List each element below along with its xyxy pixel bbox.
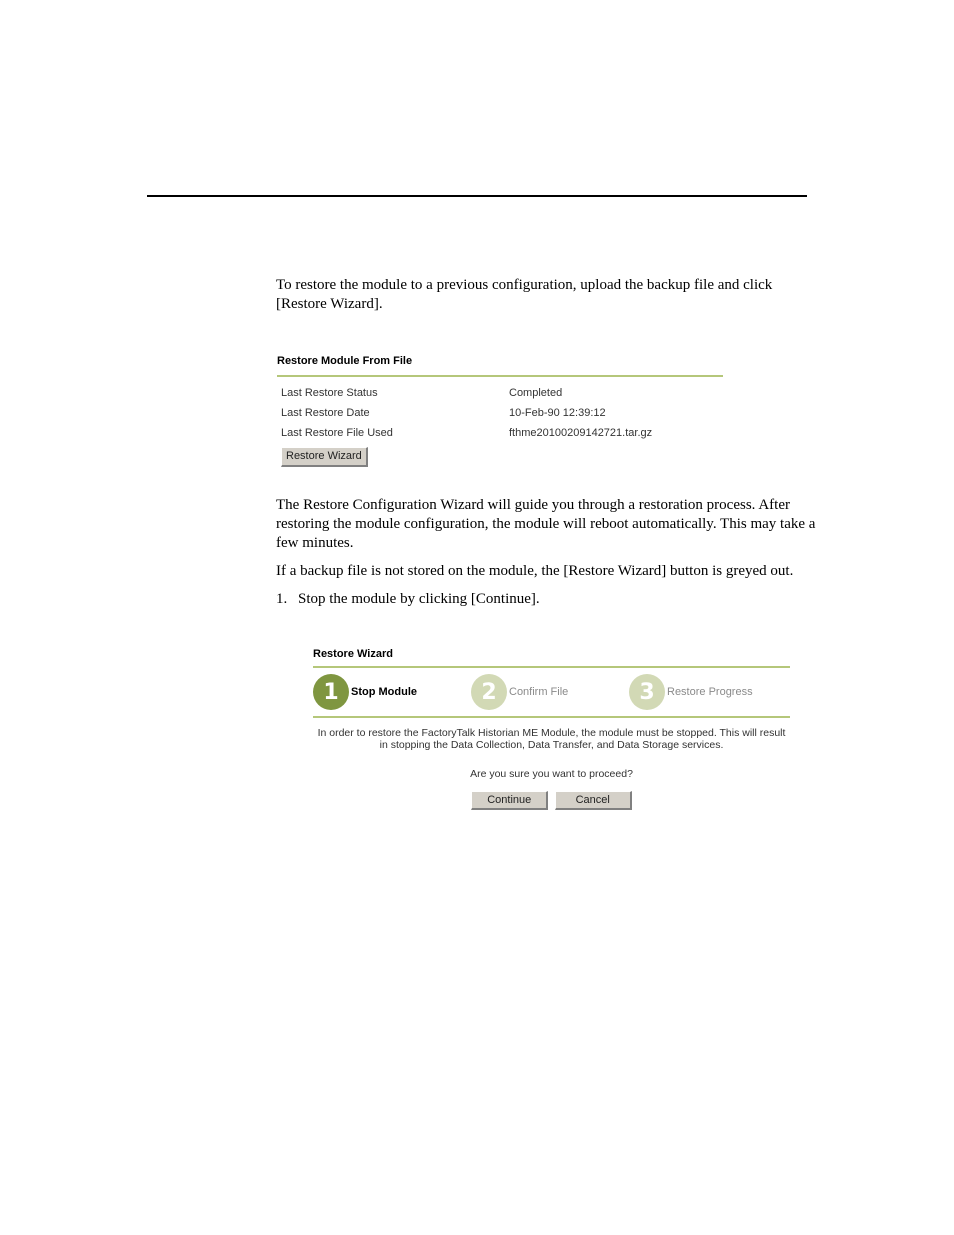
step-restore-progress: 3 Restore Progress [629, 674, 787, 710]
step-number: 1. [276, 591, 288, 607]
row-value: Completed [509, 387, 563, 399]
row-value: 10-Feb-90 12:39:12 [509, 407, 606, 419]
restore-wizard-panel: Restore Wizard 1 Stop Module 2 Confirm F… [313, 648, 790, 810]
greyed-out-note: If a backup file is not stored on the mo… [276, 563, 794, 579]
step-text: Stop the module by clicking [Continue]. [298, 591, 540, 607]
confirm-question: Are you sure you want to proceed? [470, 768, 633, 780]
step-instruction: 1. Stop the module by clicking [Continue]… [276, 590, 816, 609]
step-confirm-file: 2 Confirm File [471, 674, 629, 710]
step-label: Stop Module [351, 686, 417, 698]
restore-wizard-button[interactable]: Restore Wizard [281, 447, 368, 467]
step-1-circle-icon: 1 [313, 674, 349, 710]
wizard-steps: 1 Stop Module 2 Confirm File 3 Restore P… [313, 668, 790, 716]
wizard-bottom-divider [313, 716, 790, 718]
row-label: Last Restore Date [281, 407, 370, 419]
panel-title: Restore Module From File [277, 355, 413, 367]
wizard-buttons: Continue Cancel [313, 790, 790, 810]
cancel-button[interactable]: Cancel [554, 791, 632, 810]
info-row: Last Restore File Used fthme201002091427… [281, 423, 723, 443]
step-stop-module: 1 Stop Module [313, 674, 471, 710]
row-label: Last Restore File Used [281, 427, 393, 439]
wizard-message: In order to restore the FactoryTalk Hist… [317, 727, 786, 751]
step-2-circle-icon: 2 [471, 674, 507, 710]
info-row: Last Restore Status Completed [281, 383, 723, 403]
step-label: Confirm File [509, 686, 569, 698]
row-label: Last Restore Status [281, 387, 378, 399]
continue-button[interactable]: Continue [471, 791, 549, 810]
restore-module-panel: Restore Module From File Last Restore St… [277, 355, 723, 467]
wizard-description: The Restore Configuration Wizard will gu… [276, 497, 816, 551]
row-value: fthme20100209142721.tar.gz [509, 427, 653, 439]
info-row: Last Restore Date 10-Feb-90 12:39:12 [281, 403, 723, 423]
intro-paragraph: To restore the module to a previous conf… [276, 277, 773, 312]
step-3-circle-icon: 3 [629, 674, 665, 710]
wizard-title: Restore Wizard [313, 648, 393, 660]
step-label: Restore Progress [667, 686, 753, 698]
panel-divider [277, 375, 723, 377]
header-rule [147, 195, 807, 197]
